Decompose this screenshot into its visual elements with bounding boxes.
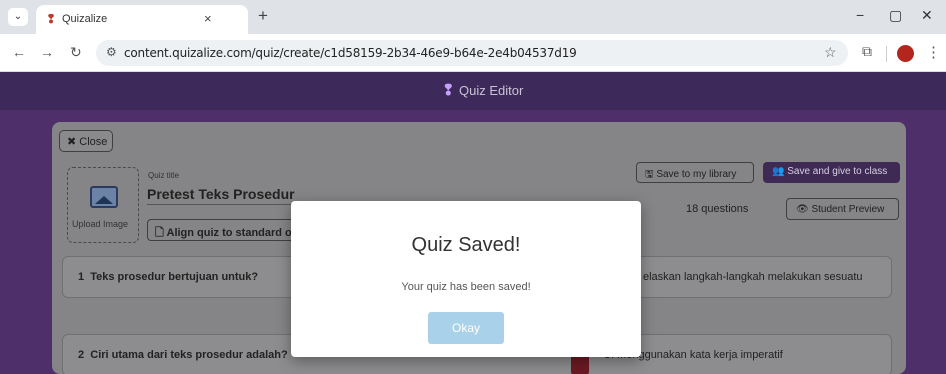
more-menu-icon[interactable]: ⋮: [926, 43, 941, 61]
close-window-icon[interactable]: ✕: [921, 7, 933, 24]
tab-title: Quizalize: [62, 13, 108, 25]
okay-button[interactable]: Okay: [428, 312, 504, 344]
reload-icon[interactable]: ↻: [70, 44, 82, 61]
save-library-label: Save to my library: [656, 169, 737, 180]
answer-text: elaskan langkah-langkah melakukan sesuat…: [643, 271, 863, 283]
quiz-saved-modal: Quiz Saved! Your quiz has been saved! Ok…: [291, 201, 641, 357]
question-count: 18 questions: [686, 203, 749, 215]
toolbar-separator: [886, 46, 887, 62]
tab-close-icon[interactable]: ×: [204, 11, 212, 26]
close-button[interactable]: ✖ Close: [59, 130, 113, 152]
upload-label: Upload Image: [72, 219, 129, 229]
align-standard-button[interactable]: 🗋 Align quiz to standard or: [147, 219, 297, 241]
quizalize-favicon-icon: ❢: [46, 12, 57, 26]
bookmark-star-icon[interactable]: ☆: [824, 44, 837, 61]
minimize-icon[interactable]: −: [856, 7, 864, 23]
back-icon[interactable]: ←: [12, 44, 26, 60]
student-preview-button[interactable]: 👁 Student Preview: [786, 198, 899, 220]
close-label: Close: [79, 136, 108, 148]
restore-icon[interactable]: ▢: [889, 7, 902, 24]
address-bar-row: ← → ↻ ⚙ content.quizalize.com/quiz/creat…: [0, 34, 946, 72]
align-label: Align quiz to standard or: [166, 227, 297, 239]
url-text[interactable]: content.quizalize.com/quiz/create/c1d581…: [124, 46, 577, 60]
upload-image-button[interactable]: Upload Image: [67, 167, 139, 243]
site-info-icon[interactable]: ⚙: [106, 45, 117, 59]
save-and-give-to-class-button[interactable]: 👥 Save and give to class: [763, 162, 900, 183]
student-preview-label: Student Preview: [811, 204, 885, 215]
image-icon: [90, 186, 118, 208]
browser-tab-bar: ⌄ ❢ Quizalize × + − ▢ ✕: [0, 0, 946, 34]
app-header: ❢ Quiz Editor: [0, 72, 946, 110]
forward-icon[interactable]: →: [40, 44, 54, 60]
question-text: 2 Ciri utama dari teks prosedur adalah?: [78, 349, 288, 361]
url-bar[interactable]: ⚙ content.quizalize.com/quiz/create/c1d5…: [96, 40, 848, 66]
browser-tab[interactable]: ❢ Quizalize ×: [36, 5, 248, 34]
quizalize-logo-icon: ❢: [442, 82, 455, 99]
question-text: 1 Teks prosedur bertujuan untuk?: [78, 271, 259, 283]
new-tab-button[interactable]: +: [258, 6, 268, 26]
page-title: Quiz Editor: [459, 83, 524, 98]
profile-icon[interactable]: [897, 45, 914, 62]
quiz-title-label: Quiz title: [148, 171, 180, 180]
modal-message: Your quiz has been saved!: [401, 281, 531, 293]
extensions-icon[interactable]: ⧉: [862, 43, 872, 60]
tab-search-icon[interactable]: ⌄: [8, 8, 28, 26]
modal-title: Quiz Saved!: [411, 234, 521, 256]
save-to-library-button[interactable]: 🖫 Save to my library: [636, 162, 754, 183]
save-class-label: Save and give to class: [787, 166, 888, 177]
